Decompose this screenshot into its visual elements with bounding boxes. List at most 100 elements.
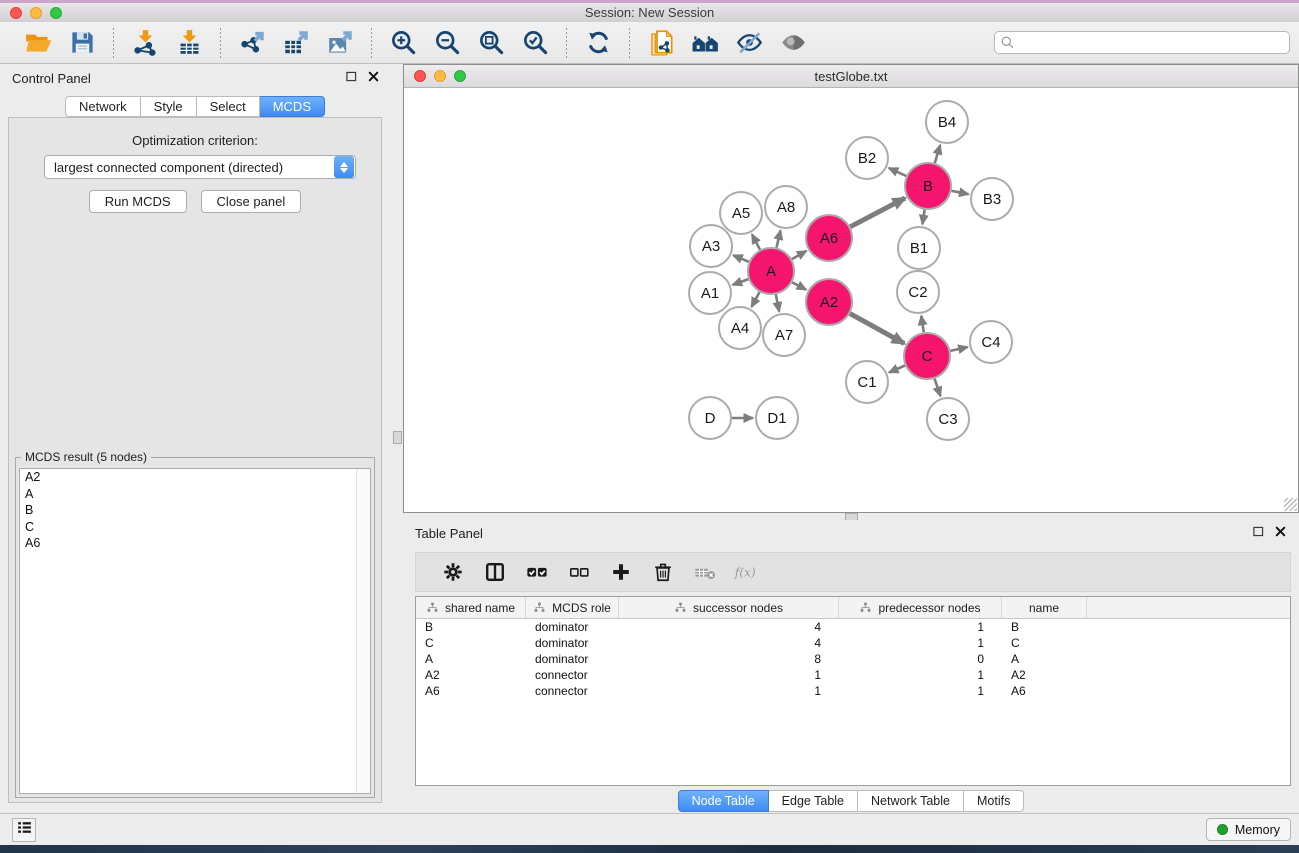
table-row[interactable]: Bdominator41B: [416, 619, 1290, 635]
import-network-icon[interactable]: [130, 28, 160, 58]
node-A1[interactable]: A1: [689, 272, 731, 314]
close-panel-icon[interactable]: [367, 70, 380, 86]
edge-A-A1[interactable]: [733, 279, 749, 285]
tab-mcds[interactable]: MCDS: [260, 96, 325, 117]
edge-B-B4[interactable]: [935, 145, 940, 163]
float-table-panel-icon[interactable]: [1252, 525, 1265, 541]
criterion-dropdown[interactable]: largest connected component (directed): [44, 155, 356, 179]
gear-icon[interactable]: [440, 559, 466, 585]
node-A4[interactable]: A4: [719, 307, 761, 349]
column-header-predecessor-nodes[interactable]: predecessor nodes: [839, 597, 1002, 618]
edge-A-A6[interactable]: [792, 251, 807, 259]
delete-row-icon[interactable]: [650, 559, 676, 585]
edge-B-B1[interactable]: [922, 210, 924, 224]
open-folder-icon[interactable]: [23, 28, 53, 58]
close-panel-button[interactable]: Close panel: [201, 190, 302, 213]
float-panel-icon[interactable]: [345, 70, 358, 86]
export-table-icon[interactable]: [281, 28, 311, 58]
network-window-titlebar[interactable]: testGlobe.txt: [404, 65, 1298, 88]
node-A[interactable]: A: [748, 248, 794, 294]
search-input[interactable]: [994, 31, 1290, 54]
tab-network-table[interactable]: Network Table: [858, 790, 964, 812]
export-image-icon[interactable]: [325, 28, 355, 58]
zoom-selected-icon[interactable]: [520, 28, 550, 58]
column-header-shared-name[interactable]: shared name: [416, 597, 526, 618]
preview-icon[interactable]: [778, 28, 808, 58]
tab-select[interactable]: Select: [197, 96, 260, 117]
node-B[interactable]: B: [905, 163, 951, 209]
mcds-result-item[interactable]: C: [20, 519, 370, 536]
clone-network-icon[interactable]: [646, 28, 676, 58]
edge-C-C1[interactable]: [889, 366, 905, 373]
edge-A-A2[interactable]: [792, 282, 806, 289]
node-A2[interactable]: A2: [806, 279, 852, 325]
memory-button[interactable]: Memory: [1206, 818, 1291, 841]
node-B1[interactable]: B1: [898, 227, 940, 269]
tab-edge-table[interactable]: Edge Table: [769, 790, 858, 812]
node-C1[interactable]: C1: [846, 361, 888, 403]
run-mcds-button[interactable]: Run MCDS: [89, 190, 187, 213]
table-row[interactable]: Cdominator41C: [416, 635, 1290, 651]
node-C4[interactable]: C4: [970, 321, 1012, 363]
add-row-icon[interactable]: [608, 559, 634, 585]
node-C2[interactable]: C2: [897, 271, 939, 313]
tab-motifs[interactable]: Motifs: [964, 790, 1024, 812]
table-row[interactable]: A6connector11A6: [416, 683, 1290, 699]
edge-C-C2[interactable]: [921, 316, 923, 332]
column-header-name[interactable]: name: [1002, 597, 1087, 618]
edge-B-B2[interactable]: [889, 168, 906, 176]
edge-A-A5[interactable]: [752, 234, 760, 249]
import-table-icon[interactable]: [174, 28, 204, 58]
column-header-MCDS-role[interactable]: MCDS role: [526, 597, 619, 618]
edge-C-C3[interactable]: [935, 379, 941, 396]
node-B4[interactable]: B4: [926, 101, 968, 143]
mcds-result-list[interactable]: A2ABCA6: [19, 468, 371, 794]
tab-node-table[interactable]: Node Table: [678, 790, 769, 812]
close-table-panel-icon[interactable]: [1274, 525, 1287, 541]
network-canvas[interactable]: B4B2BB3B1A5A8A3A6AA1A2C2A4A7C4CC1C3DD1: [404, 88, 1298, 512]
node-A7[interactable]: A7: [763, 314, 805, 356]
zoom-out-icon[interactable]: [432, 28, 462, 58]
task-history-button[interactable]: [12, 818, 36, 842]
vertical-split-grip[interactable]: [393, 431, 402, 444]
node-C[interactable]: C: [904, 333, 950, 379]
function-icon[interactable]: f(x): [734, 559, 760, 585]
mcds-result-item[interactable]: A2: [20, 469, 370, 486]
table-row[interactable]: A2connector11A2: [416, 667, 1290, 683]
edge-A2-C[interactable]: [850, 314, 904, 344]
zoom-fit-icon[interactable]: [476, 28, 506, 58]
tab-network[interactable]: Network: [65, 96, 141, 117]
mcds-result-item[interactable]: B: [20, 502, 370, 519]
houses-icon[interactable]: [690, 28, 720, 58]
node-A3[interactable]: A3: [690, 225, 732, 267]
edge-C-C4[interactable]: [950, 347, 967, 351]
node-D1[interactable]: D1: [756, 397, 798, 439]
deselect-all-icon[interactable]: [566, 559, 592, 585]
refresh-icon[interactable]: [583, 28, 613, 58]
table-row[interactable]: Adominator80A: [416, 651, 1290, 667]
node-D[interactable]: D: [689, 397, 731, 439]
edge-A-A7[interactable]: [776, 295, 779, 312]
tab-style[interactable]: Style: [141, 96, 197, 117]
column-header-successor-nodes[interactable]: successor nodes: [619, 597, 839, 618]
edge-A-A4[interactable]: [752, 292, 760, 307]
window-titlebar[interactable]: Session: New Session: [0, 3, 1299, 22]
save-icon[interactable]: [67, 28, 97, 58]
edge-A-A8[interactable]: [777, 230, 781, 247]
show-hide-icon[interactable]: [734, 28, 764, 58]
mcds-result-item[interactable]: A: [20, 486, 370, 503]
edge-A-A3[interactable]: [733, 255, 749, 262]
node-B2[interactable]: B2: [846, 137, 888, 179]
network-graph[interactable]: B4B2BB3B1A5A8A3A6AA1A2C2A4A7C4CC1C3DD1: [404, 88, 1298, 512]
columns-icon[interactable]: [482, 559, 508, 585]
zoom-in-icon[interactable]: [388, 28, 418, 58]
node-A6[interactable]: A6: [806, 215, 852, 261]
node-A8[interactable]: A8: [765, 186, 807, 228]
edge-A6-B[interactable]: [850, 198, 905, 227]
mcds-result-item[interactable]: A6: [20, 535, 370, 552]
node-C3[interactable]: C3: [927, 398, 969, 440]
edge-B-B3[interactable]: [952, 191, 969, 194]
select-all-icon[interactable]: [524, 559, 550, 585]
export-network-icon[interactable]: [237, 28, 267, 58]
mcds-list-scrollbar[interactable]: [356, 469, 370, 793]
